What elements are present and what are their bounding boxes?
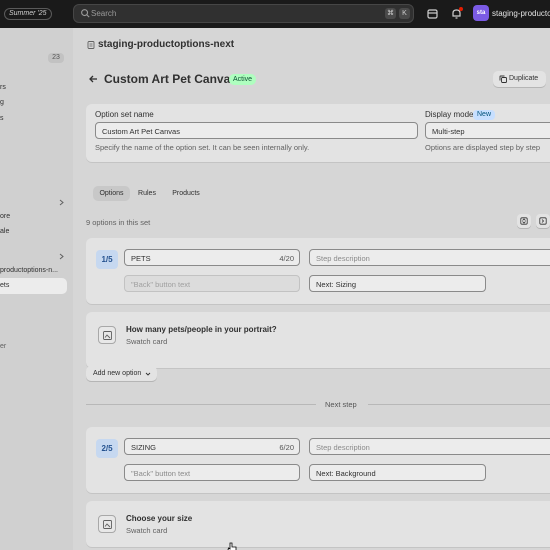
- option-card[interactable]: How many pets/people in your portrait? S…: [86, 312, 550, 368]
- collapse-icon: [539, 217, 547, 225]
- option-set-name-input[interactable]: Custom Art Pet Canvas: [95, 122, 418, 139]
- option-card[interactable]: Choose your size Swatch card: [86, 501, 550, 547]
- search-bar[interactable]: Search ⌘ K: [73, 4, 414, 23]
- step-description-input[interactable]: Step description: [309, 438, 550, 455]
- chevron-right-icon[interactable]: [58, 199, 65, 206]
- breadcrumb[interactable]: staging-productoptions-next: [98, 39, 234, 50]
- document-icon: [87, 41, 95, 49]
- main-content: staging-productoptions-next Custom Art P…: [73, 28, 550, 550]
- name-help-text: Specify the name of the option set. It c…: [95, 143, 310, 152]
- step-number: 1/5: [96, 250, 118, 269]
- back-button-text-input[interactable]: "Back" button text: [124, 464, 300, 481]
- step-title-input[interactable]: SIZING 6/20: [124, 438, 300, 455]
- option-title: How many pets/people in your portrait?: [126, 325, 277, 334]
- store-name[interactable]: staging-productop: [492, 9, 550, 18]
- step-card: 2/5 SIZING 6/20 Step description "Back" …: [86, 427, 550, 493]
- step-divider: [368, 404, 550, 405]
- display-help-text: Options are displayed step by step: [425, 143, 541, 152]
- sidebar-item-option-sets[interactable]: ets: [0, 282, 9, 289]
- store-icon[interactable]: [426, 7, 439, 20]
- store-avatar[interactable]: sta: [473, 5, 489, 21]
- sidebar-item[interactable]: er: [0, 343, 6, 350]
- search-icon: [81, 9, 90, 18]
- char-count: 6/20: [279, 443, 294, 452]
- collapse-button[interactable]: [536, 214, 550, 228]
- name-label: Option set name: [95, 110, 154, 119]
- notification-dot: [459, 7, 463, 11]
- duplicate-button[interactable]: Duplicate: [493, 71, 546, 87]
- sidebar-count-badge: 23: [48, 53, 64, 63]
- k-key: K: [399, 8, 410, 19]
- back-button-text-input[interactable]: "Back" button text: [124, 275, 300, 292]
- duplicate-icon: [499, 75, 507, 83]
- char-count: 4/20: [279, 254, 294, 263]
- sidebar: 23 rs g s ore ale productoptions-n... et…: [0, 28, 73, 550]
- tab-options[interactable]: Options: [93, 186, 130, 201]
- add-new-option-button[interactable]: Add new option: [86, 366, 157, 381]
- display-mode-label: Display mode: [425, 110, 474, 119]
- tab-rules[interactable]: Rules: [134, 186, 160, 201]
- sidebar-item[interactable]: ale: [0, 228, 9, 235]
- next-button-text-input[interactable]: Next: Background: [309, 464, 486, 481]
- back-arrow-icon[interactable]: [88, 74, 98, 84]
- status-badge: Active: [229, 74, 257, 85]
- sidebar-item-app[interactable]: productoptions-n...: [0, 267, 58, 274]
- next-button-text-input[interactable]: Next: Sizing: [309, 275, 486, 292]
- sort-button[interactable]: [517, 214, 531, 228]
- page-title: Custom Art Pet Canvas: [104, 72, 237, 86]
- option-title: Choose your size: [126, 514, 193, 523]
- swatch-icon: [98, 326, 116, 344]
- top-bar: Summer '25 Search ⌘ K sta staging-produc…: [0, 0, 550, 28]
- display-mode-select[interactable]: Multi-step: [425, 122, 550, 139]
- sidebar-item[interactable]: s: [0, 115, 4, 122]
- edition-badge[interactable]: Summer '25: [4, 8, 52, 20]
- hand-cursor-icon: [227, 542, 237, 550]
- step-divider: [86, 404, 316, 405]
- option-type: Swatch card: [126, 526, 168, 535]
- option-type: Swatch card: [126, 337, 168, 346]
- step-title-input[interactable]: PETS 4/20: [124, 249, 300, 266]
- chevron-down-icon: [145, 372, 151, 376]
- sidebar-item[interactable]: ore: [0, 213, 10, 220]
- sidebar-active-highlight[interactable]: [0, 278, 67, 294]
- step-card: 1/5 PETS 4/20 Step description "Back" bu…: [86, 238, 550, 304]
- step-number: 2/5: [96, 439, 118, 458]
- sort-icon: [520, 217, 528, 225]
- chevron-right-icon[interactable]: [58, 253, 65, 260]
- step-description-input[interactable]: Step description: [309, 249, 550, 266]
- sidebar-item[interactable]: g: [0, 99, 4, 106]
- command-key: ⌘: [385, 8, 396, 19]
- next-step-label: Next step: [325, 400, 357, 409]
- search-placeholder: Search: [91, 9, 117, 18]
- new-badge: New: [473, 110, 496, 120]
- options-count: 9 options in this set: [86, 218, 151, 227]
- duplicate-label: Duplicate: [509, 75, 539, 82]
- swatch-icon: [98, 515, 116, 533]
- tab-products[interactable]: Products: [166, 186, 206, 201]
- sidebar-item[interactable]: rs: [0, 84, 6, 91]
